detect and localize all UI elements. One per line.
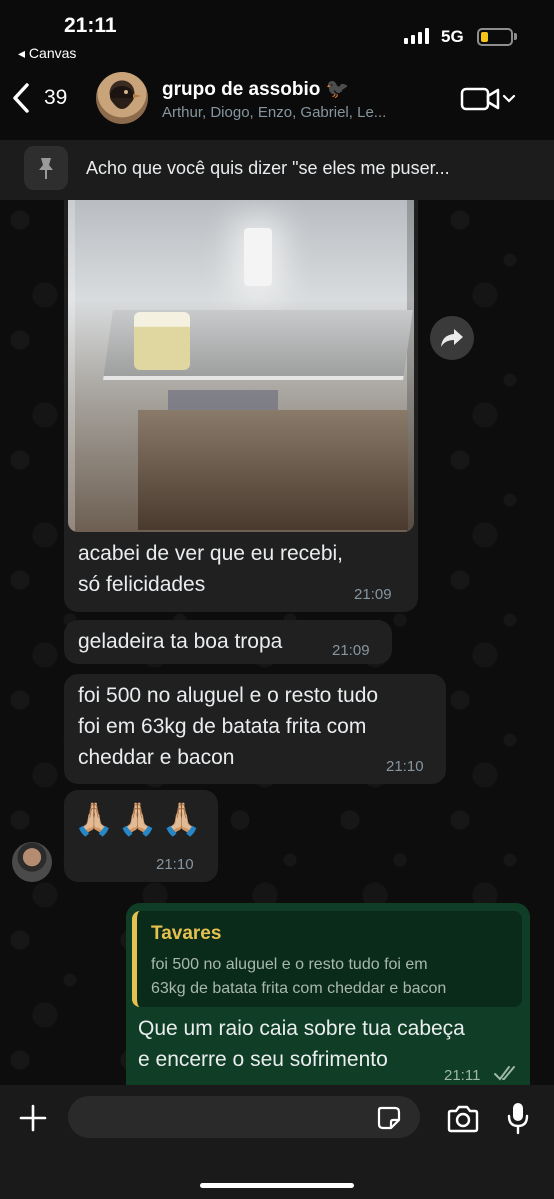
microphone-icon[interactable]	[506, 1101, 530, 1135]
pinned-message-text: Acho que você quis dizer "se eles me pus…	[86, 158, 450, 178]
quoted-message[interactable]: Tavares foi 500 no aluguel e o resto tud…	[132, 911, 522, 1007]
battery-tip	[514, 33, 517, 40]
network-type: 5G	[441, 27, 464, 46]
message-bubble[interactable]: foi 500 no aluguel e o resto tudo foi em…	[64, 674, 446, 784]
message-line: Que um raio caia sobre tua cabeça	[138, 1017, 465, 1040]
battery-icon	[477, 28, 513, 46]
member-list[interactable]: Arthur, Diogo, Enzo, Gabriel, Le...	[162, 104, 432, 121]
forward-button[interactable]	[430, 316, 474, 360]
message-time: 21:10	[386, 758, 424, 775]
clock: 21:11	[64, 14, 117, 37]
double-check-icon	[494, 1066, 515, 1081]
outgoing-reply-message[interactable]: Tavares foi 500 no aluguel e o resto tud…	[126, 903, 530, 1085]
pinned-message-bar[interactable]: Acho que você quis dizer "se eles me pus…	[0, 140, 554, 200]
message-input-bar	[0, 1085, 554, 1199]
message-time: 21:09	[332, 642, 370, 659]
video-call-icon[interactable]	[460, 86, 516, 112]
message-text: foi 500 no aluguel e o resto tudo foi em…	[78, 680, 438, 773]
chat-header: 39 grupo de assobio 🐦‍⬛ Arthur, Diogo, E…	[0, 62, 554, 134]
sticker-icon[interactable]	[376, 1105, 402, 1131]
quote-line: foi 500 no aluguel e o resto tudo foi em	[151, 956, 428, 973]
home-indicator	[200, 1183, 354, 1188]
signal-icon	[404, 28, 432, 44]
message-line: foi em 63kg de batata frita com	[78, 715, 367, 738]
camera-icon[interactable]	[446, 1105, 480, 1133]
praying-hands-emoji: 🙏🏼🙏🏼🙏🏼	[74, 801, 206, 837]
quote-line: 63kg de batata frita com cheddar e bacon	[151, 980, 447, 997]
forward-arrow-icon	[441, 329, 463, 347]
status-bar: 21:11 ◂ Canvas 5G	[0, 0, 554, 62]
message-line: foi 500 no aluguel e o resto tudo	[78, 684, 379, 707]
message-line: cheddar e bacon	[78, 746, 235, 769]
quote-text: foi 500 no aluguel e o resto tudo foi em…	[151, 953, 521, 1001]
unread-count[interactable]: 39	[44, 86, 67, 110]
message-text: Que um raio caia sobre tua cabeça e ence…	[138, 1013, 526, 1075]
back-chevron-icon[interactable]	[10, 82, 32, 114]
emoji-message[interactable]: 🙏🏼🙏🏼🙏🏼 21:10	[64, 790, 218, 882]
back-to-app-link[interactable]: ◂ Canvas	[18, 45, 76, 62]
sender-avatar[interactable]	[12, 842, 52, 882]
quote-author: Tavares	[151, 923, 222, 944]
message-time: 21:11	[444, 1067, 481, 1084]
pin-icon	[24, 146, 68, 190]
message-text: geladeira ta boa tropa	[78, 630, 283, 653]
message-bubble[interactable]: geladeira ta boa tropa 21:09	[64, 620, 392, 664]
group-avatar[interactable]	[96, 72, 148, 124]
message-time: 21:10	[156, 856, 194, 873]
plus-icon[interactable]	[18, 1103, 48, 1133]
group-name[interactable]: grupo de assobio 🐦‍⬛	[162, 77, 349, 101]
message-input[interactable]	[68, 1096, 420, 1138]
image-message[interactable]: acabei de ver que eu recebi, só felicida…	[64, 200, 418, 612]
caption-line: acabei de ver que eu recebi,	[78, 542, 344, 565]
message-time: 21:09	[354, 586, 392, 603]
fridge-photo[interactable]	[68, 200, 414, 532]
